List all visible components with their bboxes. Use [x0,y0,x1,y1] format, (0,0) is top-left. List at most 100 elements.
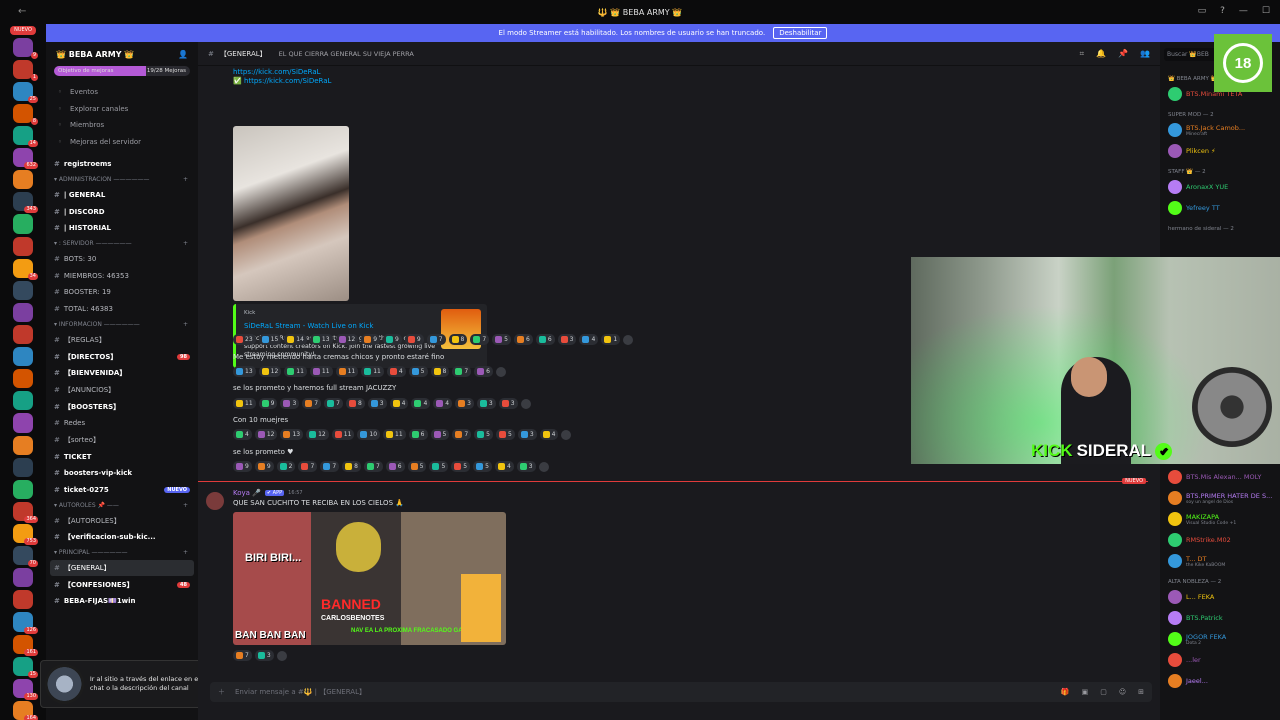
server-icon[interactable] [13,457,33,477]
reaction[interactable]: 10 [357,429,381,440]
server-icon[interactable] [13,347,33,367]
channel-item[interactable]: # BEBA-FIJAS💷1win [46,593,198,610]
server-icon[interactable]: 8 [13,103,38,126]
help-icon[interactable]: ? [1220,6,1225,16]
reaction[interactable]: 3 [367,398,387,409]
channel-category[interactable]: ▾ ADMINISTRACION —————— + [46,173,198,187]
reaction[interactable]: 4 [233,429,252,440]
reaction[interactable]: 7 [320,461,340,472]
message-link[interactable]: https://kick.com/SiDeRaL [233,68,321,76]
reaction[interactable]: 5 [407,461,427,472]
reaction[interactable]: 6 [408,429,428,440]
reaction[interactable]: 6 [474,366,493,377]
message-composer[interactable]: ＋ Enviar mensaje a #🔱 | 【GENERAL】 🎁 ▣ ▢ … [210,682,1152,702]
reaction[interactable]: 7 [233,650,252,661]
server-icon[interactable]: 70 [13,546,38,568]
reaction[interactable]: 14 [284,334,307,345]
add-reaction-icon[interactable] [495,366,506,377]
threads-icon[interactable]: ⌗ [1080,49,1085,59]
server-icon[interactable] [13,568,33,588]
server-icon[interactable]: 14 [13,126,38,148]
author-name[interactable]: Koya 🎤 [233,489,261,497]
reaction[interactable]: 4 [386,366,406,377]
channel-item[interactable]: # 【ANUNCIOS】 [46,382,198,399]
plus-icon[interactable]: ＋ [218,687,225,697]
add-reaction-icon[interactable] [623,334,634,345]
reaction[interactable]: 4 [494,461,514,472]
reaction[interactable]: 8 [345,398,365,409]
server-menu-item[interactable]: ◦ Explorar canales [46,101,198,118]
reaction[interactable]: 11 [335,366,359,377]
member-item[interactable]: BTS.PRIMER HATER DE S... soy un angel de … [1168,491,1272,505]
reaction[interactable]: 12 [254,429,278,440]
reaction[interactable]: 4 [579,334,599,345]
add-member-icon[interactable]: 👤 [178,50,188,59]
server-icon[interactable]: 161 [13,634,38,656]
reaction[interactable]: 5 [451,461,471,472]
server-icon[interactable] [13,479,33,499]
channel-item[interactable]: # 【GENERAL】 [50,559,194,577]
reaction[interactable]: 5 [474,429,493,440]
server-icon[interactable]: 632 [13,148,38,170]
server-icon[interactable] [13,280,33,300]
add-channel-icon[interactable]: + [183,502,188,509]
boost-progress[interactable]: Objetivo de mejoras 19/28 Mejoras [54,66,190,76]
member-item[interactable]: BTS.Jack Camob... Minecraft [1168,123,1245,137]
reaction[interactable]: 9 [404,334,424,345]
reaction[interactable]: 9 [383,334,402,345]
composer-placeholder[interactable]: Enviar mensaje a #🔱 | 【GENERAL】 [235,687,366,697]
reaction[interactable]: 7 [324,398,343,409]
member-item[interactable]: JOGOR FEKA Dota 2 [1168,632,1226,646]
member-item[interactable]: RMStrike.M02 [1168,533,1231,547]
inbox-icon[interactable]: ▭ [1198,6,1207,16]
reaction[interactable]: 3 [516,461,536,472]
reaction[interactable]: 13 [233,366,256,377]
server-icon[interactable]: 25 [13,81,38,103]
reaction[interactable]: 3 [280,398,300,409]
member-item[interactable]: T... DT the Kike KaBOOM [1168,554,1225,568]
reaction[interactable]: 4 [539,429,559,440]
reaction[interactable]: 11 [361,366,384,377]
reaction[interactable]: 6 [514,334,533,345]
channel-category[interactable]: ▾ INFORMACION —————— + [46,318,198,332]
reaction[interactable]: 11 [233,398,256,409]
channel-item[interactable]: # TICKET [46,448,198,465]
server-icon[interactable] [13,391,33,411]
server-icon[interactable] [13,325,33,345]
reaction[interactable]: 4 [389,398,409,409]
add-reaction-icon[interactable] [561,429,572,440]
server-icon[interactable] [13,413,33,433]
server-icon[interactable]: 9 [13,37,38,59]
channel-item[interactable]: # ticket-0275 NUEVO [46,482,198,499]
gift-icon[interactable]: 🎁 [1061,688,1070,696]
server-icon[interactable]: 364 [13,501,38,523]
member-item[interactable]: MAKIZAPA Visual Studio Code +1 [1168,512,1236,526]
reaction[interactable]: 5 [495,429,515,440]
ad-overlay[interactable]: Ir al sitio a través del enlace en el ch… [40,660,212,708]
server-icon[interactable]: 126 [13,612,38,634]
reaction[interactable]: 4 [411,398,431,409]
maximize-icon[interactable]: ☐ [1262,6,1270,16]
reaction[interactable]: 3 [476,398,496,409]
server-icon[interactable]: 164 [13,700,38,720]
message-photo[interactable] [233,126,349,301]
reaction[interactable]: 3 [517,429,537,440]
reaction[interactable]: 9 [254,461,274,472]
meme-image[interactable]: BIRI BIRI... BAN BAN BAN BANNED CARLOSBE… [233,512,506,645]
channel-item[interactable]: # 【sorteo】 [46,432,198,449]
reaction[interactable]: 9 [361,334,381,345]
reaction[interactable]: 3 [557,334,577,345]
member-item[interactable]: ...ler [1168,653,1201,667]
message-link[interactable]: ✅ https://kick.com/SiDeRaL [233,77,331,85]
reaction[interactable]: 3 [498,398,518,409]
reaction[interactable]: 5 [473,461,492,472]
server-icon[interactable] [13,302,33,323]
add-reaction-icon[interactable] [520,398,531,409]
member-item[interactable]: Jaeel... [1168,674,1208,688]
reaction[interactable]: 7 [452,429,472,440]
reaction[interactable]: 13 [280,429,304,440]
reaction[interactable]: 12 [258,366,282,377]
reaction[interactable]: 7 [302,398,322,409]
add-reaction-icon[interactable] [276,650,287,661]
reaction[interactable]: 4 [433,398,453,409]
